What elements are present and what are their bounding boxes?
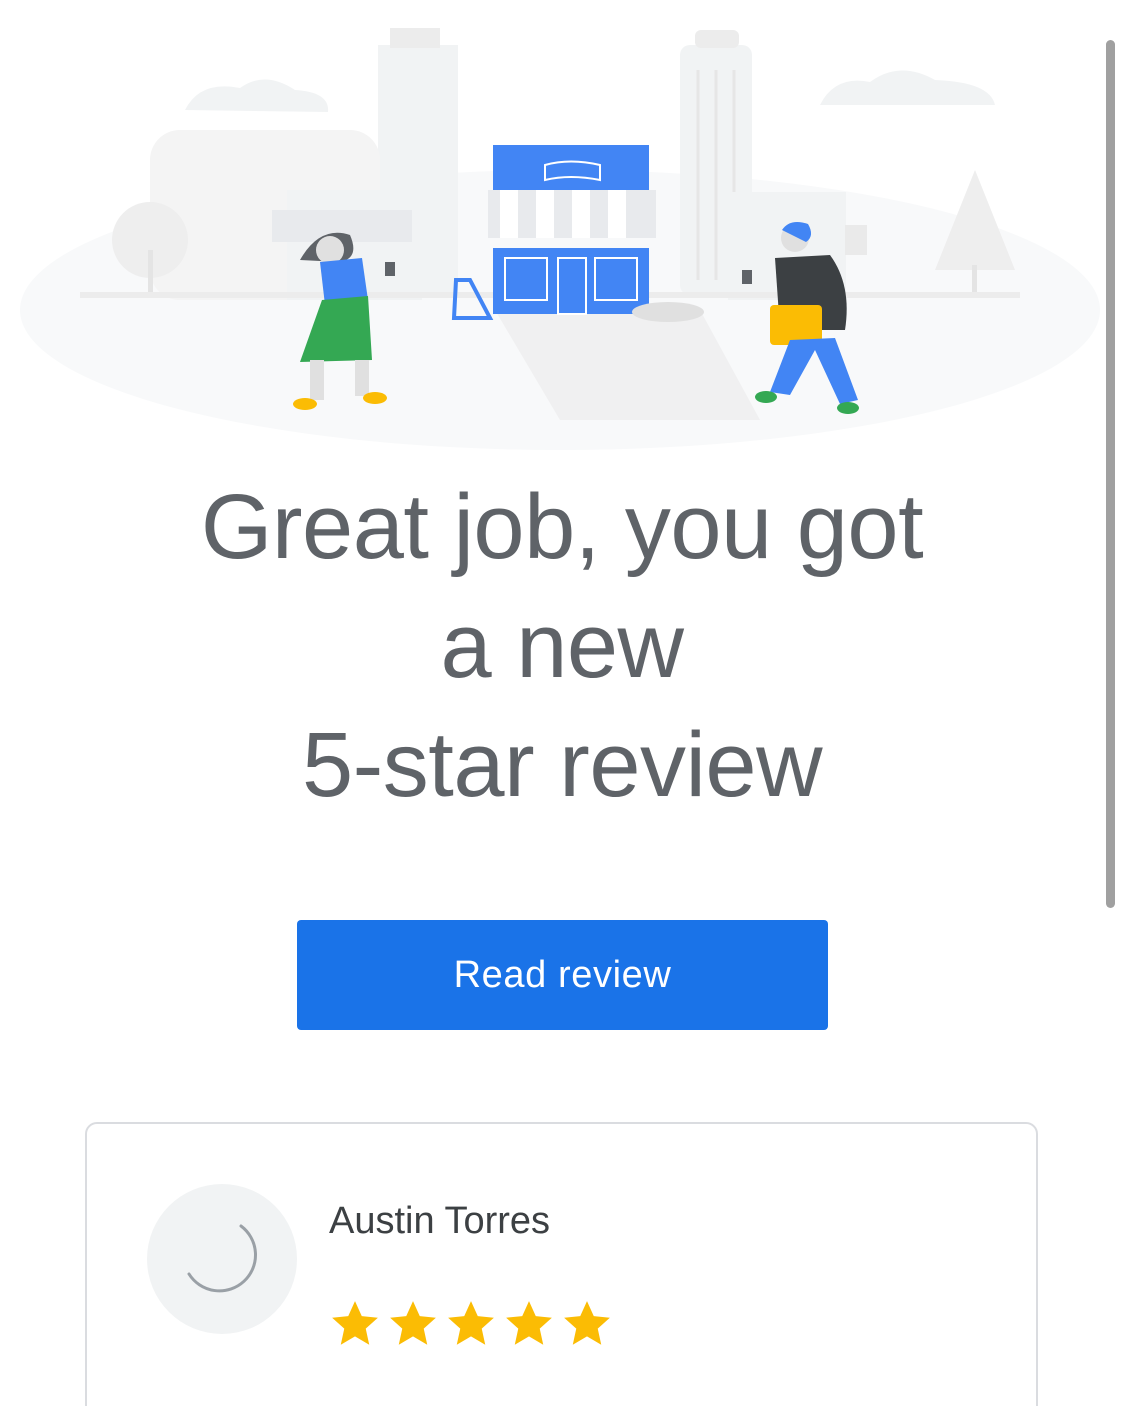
star-icon — [506, 1301, 552, 1345]
review-card[interactable]: Austin Torres — [85, 1122, 1038, 1406]
headline-line-1: Great job, you got — [200, 476, 924, 578]
headline-line-2: a new — [440, 595, 685, 697]
notification-page: Great job, you got a new 5-star review R… — [0, 0, 1125, 1406]
avatar — [147, 1184, 297, 1334]
star-icon — [390, 1301, 436, 1345]
star-rating — [327, 1296, 615, 1352]
headline: Great job, you got a new 5-star review — [60, 468, 1064, 825]
reviewer-name: Austin Torres — [329, 1200, 551, 1242]
star-icon — [448, 1301, 494, 1345]
storefront-illustration — [0, 0, 1100, 450]
headline-line-3: 5-star review — [301, 714, 823, 816]
loading-spinner-icon — [187, 1224, 257, 1293]
star-icon — [564, 1301, 610, 1345]
scrollbar[interactable] — [1106, 40, 1115, 908]
read-review-button[interactable]: Read review — [297, 920, 828, 1030]
star-icon — [332, 1301, 378, 1345]
